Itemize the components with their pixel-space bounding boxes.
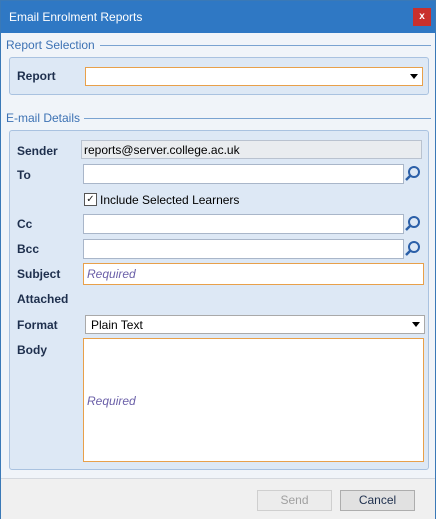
cancel-button[interactable]: Cancel — [340, 490, 415, 511]
body-label: Body — [17, 343, 47, 357]
body-textarea[interactable]: Required — [83, 338, 424, 462]
format-select-value: Plain Text — [91, 318, 143, 332]
title-bar: Email Enrolment Reports x — [1, 1, 435, 33]
cc-field[interactable] — [83, 214, 404, 234]
subject-field[interactable]: Required — [83, 263, 424, 285]
chevron-down-icon — [410, 74, 418, 79]
subject-placeholder: Required — [87, 267, 136, 281]
bcc-field[interactable] — [83, 239, 404, 259]
attached-label: Attached — [17, 292, 69, 306]
format-label: Format — [17, 318, 58, 332]
include-selected-checkbox[interactable]: ✓ — [84, 193, 97, 206]
subject-label: Subject — [17, 267, 61, 281]
section-divider — [100, 45, 431, 46]
cc-label: Cc — [17, 217, 33, 231]
send-button[interactable]: Send — [257, 490, 332, 511]
search-icon[interactable] — [403, 164, 423, 184]
window-title: Email Enrolment Reports — [9, 10, 143, 24]
search-icon[interactable] — [403, 239, 423, 259]
email-details-heading: E-mail Details — [6, 111, 81, 125]
sender-field: reports@server.college.ac.uk — [81, 140, 422, 159]
chevron-down-icon — [412, 322, 420, 327]
section-divider — [84, 118, 431, 119]
bcc-label: Bcc — [17, 242, 40, 256]
format-select[interactable]: Plain Text — [85, 315, 425, 334]
to-field[interactable] — [83, 164, 404, 184]
to-label: To — [17, 168, 31, 182]
sender-label: Sender — [17, 144, 58, 158]
sender-value: reports@server.college.ac.uk — [84, 143, 240, 157]
email-details-panel: Sender reports@server.college.ac.uk To ✓… — [9, 130, 429, 470]
dialog-footer: Send Cancel — [1, 478, 435, 519]
body-placeholder: Required — [87, 394, 136, 408]
report-selection-panel: Report — [9, 57, 429, 95]
report-selection-heading: Report Selection — [6, 38, 95, 52]
report-label: Report — [17, 69, 56, 83]
dialog-window: Email Enrolment Reports x Report Selecti… — [0, 0, 436, 519]
include-selected-label: Include Selected Learners — [100, 193, 240, 207]
report-select[interactable] — [85, 67, 423, 86]
close-button[interactable]: x — [413, 8, 431, 26]
search-icon[interactable] — [403, 214, 423, 234]
